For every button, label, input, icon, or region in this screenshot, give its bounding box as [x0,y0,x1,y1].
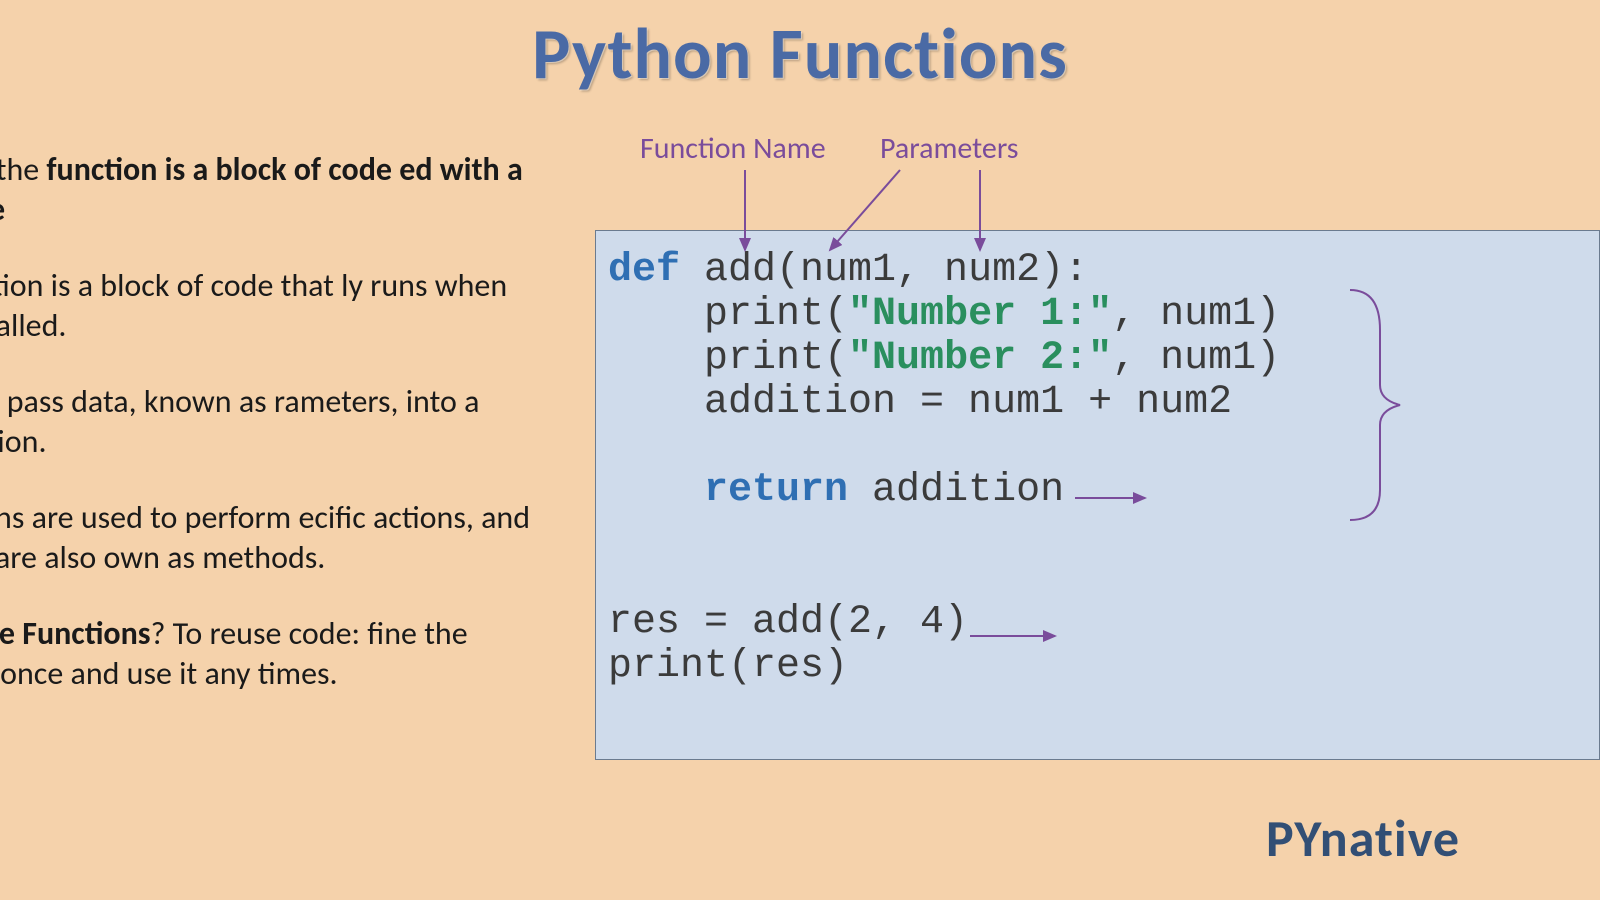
brand-logo-text: PYnative [1266,806,1460,870]
intro-p4: hy use Functions? To reuse code: fine th… [0,614,530,694]
code-example-box: def add(num1, num2): print("Number 1:", … [595,230,1600,760]
code-ret-post: addition [848,468,1064,513]
intro-bold: function is a block of code ed with a na… [0,150,523,229]
code-l2-pre: print( [608,292,848,337]
intro-text-column: hon, the function is a block of code ed … [0,150,530,730]
code-print: print(res) [608,644,848,689]
label-function-name: Function Name [640,130,826,167]
intro-prefix: hon, the [0,150,46,189]
code-return-keyword: return [704,468,848,513]
code-signature: add(num1, num2): [680,248,1088,293]
code-call: res = add(2, 4) [608,600,968,645]
code-l3-str: "Number 2:" [848,336,1112,381]
label-parameters: Parameters [880,130,1019,167]
intro-p1: Function is a block of code that ly runs… [0,266,530,346]
code-l4: addition = num1 + num2 [608,380,1232,425]
intro-p2: u can pass data, known as rameters, into… [0,382,530,462]
code-l2-post: , num1) [1112,292,1280,337]
intro-p3: nctions are used to perform ecific actio… [0,498,530,578]
code-l3-pre: print( [608,336,848,381]
intro-p4-bold: hy use Functions [0,614,151,653]
slide-title: Python Functions [0,10,1600,98]
code-l3-post: , num1) [1112,336,1280,381]
code-def-keyword: def [608,248,680,293]
intro-line-1: hon, the function is a block of code ed … [0,150,530,230]
code-l2-str: "Number 1:" [848,292,1112,337]
code-ret-indent [608,468,704,513]
